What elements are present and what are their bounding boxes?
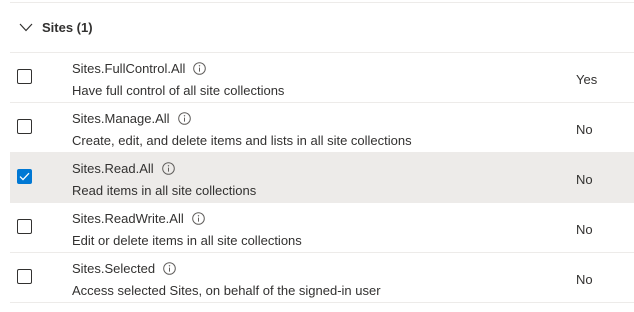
info-icon[interactable] (191, 212, 205, 225)
info-icon[interactable] (161, 162, 175, 175)
permission-description: Have full control of all site collection… (72, 83, 285, 98)
chevron-down-icon[interactable] (18, 19, 34, 35)
permission-name-line: Sites.Manage.All (72, 111, 191, 126)
admin-consent-value: No (576, 172, 593, 187)
admin-consent-value: No (576, 122, 593, 137)
info-icon[interactable] (177, 112, 191, 125)
admin-consent-value: No (576, 222, 593, 237)
admin-consent-value: No (576, 272, 593, 287)
permissions-panel: Sites (1) Sites.FullControl.All Have ful… (0, 0, 634, 312)
permission-name: Sites.ReadWrite.All (72, 211, 184, 226)
permission-checkbox[interactable] (17, 69, 32, 84)
permission-checkbox[interactable] (17, 269, 32, 284)
permission-name: Sites.Read.All (72, 161, 154, 176)
info-icon[interactable] (193, 62, 207, 75)
permission-name-line: Sites.FullControl.All (72, 61, 207, 76)
info-icon[interactable] (163, 262, 176, 275)
admin-consent-value: Yes (576, 72, 598, 87)
group-title: Sites (1) (42, 19, 93, 35)
group-header-sites[interactable]: Sites (1) (10, 3, 634, 51)
permission-name-line: Sites.Read.All (72, 161, 175, 176)
permission-name: Sites.Selected (72, 261, 156, 276)
permission-checkbox[interactable] (17, 169, 32, 184)
permission-name-line: Sites.Selected (72, 261, 176, 276)
permission-checkbox[interactable] (17, 219, 32, 234)
permission-description: Read items in all site collections (72, 183, 257, 198)
permission-name: Sites.Manage.All (72, 111, 170, 126)
permission-row[interactable]: Sites.Read.All Read items in all site co… (10, 152, 634, 202)
checkmark-icon (19, 172, 30, 181)
permission-name-line: Sites.ReadWrite.All (72, 211, 205, 226)
permissions-list: Sites.FullControl.All Have full control … (10, 52, 634, 303)
permission-row[interactable]: Sites.Manage.All Create, edit, and delet… (10, 102, 634, 152)
permission-name: Sites.FullControl.All (72, 61, 186, 76)
permission-row[interactable]: Sites.FullControl.All Have full control … (10, 52, 634, 102)
permission-row[interactable]: Sites.Selected Access selected Sites, on… (10, 252, 634, 303)
permission-checkbox[interactable] (17, 119, 32, 134)
permission-description: Access selected Sites, on behalf of the … (72, 283, 381, 298)
permission-description: Create, edit, and delete items and lists… (72, 133, 412, 148)
permission-row[interactable]: Sites.ReadWrite.All Edit or delete items… (10, 202, 634, 252)
permission-description: Edit or delete items in all site collect… (72, 233, 302, 248)
